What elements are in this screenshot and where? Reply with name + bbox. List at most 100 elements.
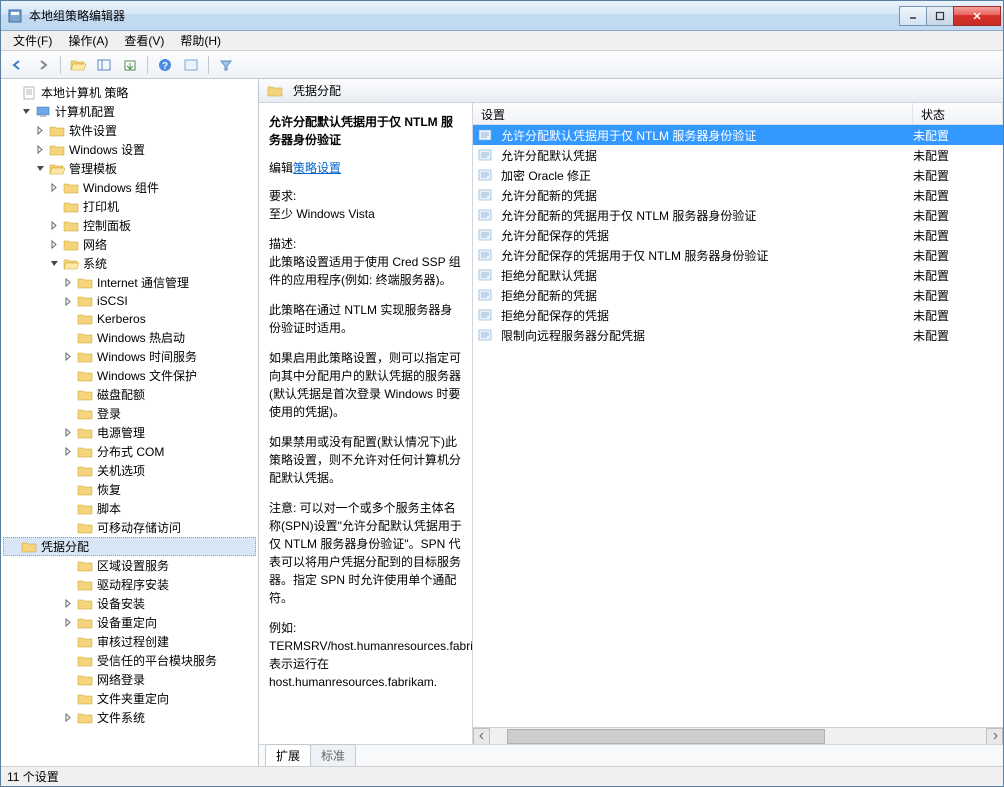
doc-icon bbox=[21, 86, 37, 100]
folder-icon bbox=[77, 597, 93, 611]
list-row[interactable]: 拒绝分配保存的凭据 未配置 bbox=[473, 305, 1003, 325]
menu-view[interactable]: 查看(V) bbox=[116, 30, 172, 51]
folder-icon bbox=[77, 350, 93, 364]
tree-device-install[interactable]: 设备安装 bbox=[3, 594, 256, 613]
folder-icon bbox=[77, 502, 93, 516]
tree-network-logon[interactable]: 网络登录 bbox=[3, 670, 256, 689]
tree-root[interactable]: 本地计算机 策略 bbox=[3, 83, 256, 102]
tree-admin-templates[interactable]: 管理模板 bbox=[3, 159, 256, 178]
policy-icon bbox=[477, 148, 493, 162]
list-row[interactable]: 加密 Oracle 修正 未配置 bbox=[473, 165, 1003, 185]
scroll-left-arrow[interactable] bbox=[473, 728, 490, 745]
tree-power-mgmt[interactable]: 电源管理 bbox=[3, 423, 256, 442]
tree-logon[interactable]: 登录 bbox=[3, 404, 256, 423]
row-status: 未配置 bbox=[909, 167, 999, 184]
view-tabs: 扩展 标准 bbox=[259, 744, 1003, 766]
tree-printers[interactable]: 打印机 bbox=[3, 197, 256, 216]
back-button[interactable] bbox=[5, 54, 29, 76]
desc-p3: 如果启用此策略设置，则可以指定可向其中分配用户的默认凭据的服务器(默认凭据是首次… bbox=[269, 349, 462, 421]
horizontal-scrollbar[interactable] bbox=[473, 727, 1003, 744]
up-button[interactable] bbox=[66, 54, 90, 76]
app-window: 本地组策略编辑器 文件(F) 操作(A) 查看(V) 帮助(H) ? bbox=[0, 0, 1004, 787]
tree-system[interactable]: 系统 bbox=[3, 254, 256, 273]
tree-windows-hot-start[interactable]: Windows 热启动 bbox=[3, 328, 256, 347]
scroll-right-arrow[interactable] bbox=[986, 728, 1003, 745]
tree-distributed-com[interactable]: 分布式 COM bbox=[3, 442, 256, 461]
statusbar: 11 个设置 bbox=[1, 766, 1003, 786]
tree-folder-redirect[interactable]: 文件夹重定向 bbox=[3, 689, 256, 708]
toolbar: ? bbox=[1, 51, 1003, 79]
col-setting-header[interactable]: 设置 bbox=[473, 103, 913, 124]
tree-iscsi[interactable]: iSCSI bbox=[3, 292, 256, 310]
tree-removable-storage[interactable]: 可移动存储访问 bbox=[3, 518, 256, 537]
tree-windows-settings[interactable]: Windows 设置 bbox=[3, 140, 256, 159]
list-row[interactable]: 允许分配新的凭据用于仅 NTLM 服务器身份验证 未配置 bbox=[473, 205, 1003, 225]
col-status-header[interactable]: 状态 bbox=[913, 103, 1003, 124]
maximize-button[interactable] bbox=[926, 6, 954, 26]
menu-file[interactable]: 文件(F) bbox=[5, 30, 60, 51]
row-setting: 拒绝分配新的凭据 bbox=[497, 287, 909, 304]
forward-button[interactable] bbox=[31, 54, 55, 76]
tree-internet-comm[interactable]: Internet 通信管理 bbox=[3, 273, 256, 292]
tree-panel[interactable]: 本地计算机 策略 计算机配置 软件设置 Windows 设置 管理模板 bbox=[1, 79, 259, 766]
filter-button[interactable] bbox=[214, 54, 238, 76]
row-status: 未配置 bbox=[909, 147, 999, 164]
tree-software-settings[interactable]: 软件设置 bbox=[3, 121, 256, 140]
list-row[interactable]: 拒绝分配新的凭据 未配置 bbox=[473, 285, 1003, 305]
titlebar: 本地组策略编辑器 bbox=[1, 1, 1003, 31]
row-setting: 允许分配默认凭据用于仅 NTLM 服务器身份验证 bbox=[497, 127, 909, 144]
row-setting: 允许分配新的凭据用于仅 NTLM 服务器身份验证 bbox=[497, 207, 909, 224]
list-row[interactable]: 允许分配保存的凭据用于仅 NTLM 服务器身份验证 未配置 bbox=[473, 245, 1003, 265]
tab-extended[interactable]: 扩展 bbox=[265, 744, 311, 766]
right-header-title: 凭据分配 bbox=[293, 82, 341, 99]
tree-kerberos[interactable]: Kerberos bbox=[3, 310, 256, 328]
help-button[interactable]: ? bbox=[153, 54, 177, 76]
tree-file-system[interactable]: 文件系统 bbox=[3, 708, 256, 727]
list-row[interactable]: 拒绝分配默认凭据 未配置 bbox=[473, 265, 1003, 285]
tree-disk-quota[interactable]: 磁盘配额 bbox=[3, 385, 256, 404]
tree-control-panel[interactable]: 控制面板 bbox=[3, 216, 256, 235]
tree-computer-config[interactable]: 计算机配置 bbox=[3, 102, 256, 121]
tree-audit-process[interactable]: 审核过程创建 bbox=[3, 632, 256, 651]
tree-device-redirect[interactable]: 设备重定向 bbox=[3, 613, 256, 632]
tree-recovery[interactable]: 恢复 bbox=[3, 480, 256, 499]
export-button[interactable] bbox=[118, 54, 142, 76]
row-setting: 加密 Oracle 修正 bbox=[497, 167, 909, 184]
tree-shutdown-options[interactable]: 关机选项 bbox=[3, 461, 256, 480]
row-setting: 限制向远程服务器分配凭据 bbox=[497, 327, 909, 344]
tree-network[interactable]: 网络 bbox=[3, 235, 256, 254]
tree-windows-time-service[interactable]: Windows 时间服务 bbox=[3, 347, 256, 366]
list-row[interactable]: 允许分配新的凭据 未配置 bbox=[473, 185, 1003, 205]
list-row[interactable]: 允许分配默认凭据用于仅 NTLM 服务器身份验证 未配置 bbox=[473, 125, 1003, 145]
menubar: 文件(F) 操作(A) 查看(V) 帮助(H) bbox=[1, 31, 1003, 51]
policy-icon bbox=[477, 308, 493, 322]
close-button[interactable] bbox=[953, 6, 1001, 26]
scroll-thumb[interactable] bbox=[507, 729, 825, 744]
content-area: 本地计算机 策略 计算机配置 软件设置 Windows 设置 管理模板 bbox=[1, 79, 1003, 766]
right-header: 凭据分配 bbox=[259, 79, 1003, 103]
folder-icon bbox=[77, 369, 93, 383]
list-row[interactable]: 允许分配保存的凭据 未配置 bbox=[473, 225, 1003, 245]
tree-driver-install[interactable]: 驱动程序安装 bbox=[3, 575, 256, 594]
minimize-button[interactable] bbox=[899, 6, 927, 26]
tree-credentials-delegation[interactable]: 凭据分配 bbox=[3, 537, 256, 556]
show-hide-tree-button[interactable] bbox=[92, 54, 116, 76]
tree-windows-components[interactable]: Windows 组件 bbox=[3, 178, 256, 197]
list-body[interactable]: 允许分配默认凭据用于仅 NTLM 服务器身份验证 未配置 允许分配默认凭据 未配… bbox=[473, 125, 1003, 727]
properties-button[interactable] bbox=[179, 54, 203, 76]
tree-scripts[interactable]: 脚本 bbox=[3, 499, 256, 518]
tree-windows-file-protection[interactable]: Windows 文件保护 bbox=[3, 366, 256, 385]
list-row[interactable]: 允许分配默认凭据 未配置 bbox=[473, 145, 1003, 165]
folder-icon bbox=[77, 294, 93, 308]
tab-standard[interactable]: 标准 bbox=[310, 744, 356, 766]
menu-help[interactable]: 帮助(H) bbox=[172, 30, 229, 51]
row-status: 未配置 bbox=[909, 267, 999, 284]
menu-action[interactable]: 操作(A) bbox=[60, 30, 116, 51]
list-row[interactable]: 限制向远程服务器分配凭据 未配置 bbox=[473, 325, 1003, 345]
policy-settings-link[interactable]: 策略设置 bbox=[293, 161, 341, 175]
desc-p6: TERMSRV/host.humanresources.fabrikam.com… bbox=[269, 637, 462, 691]
tree-trusted-platform[interactable]: 受信任的平台模块服务 bbox=[3, 651, 256, 670]
row-status: 未配置 bbox=[909, 227, 999, 244]
folder-icon bbox=[77, 464, 93, 478]
tree-locale-services[interactable]: 区域设置服务 bbox=[3, 556, 256, 575]
